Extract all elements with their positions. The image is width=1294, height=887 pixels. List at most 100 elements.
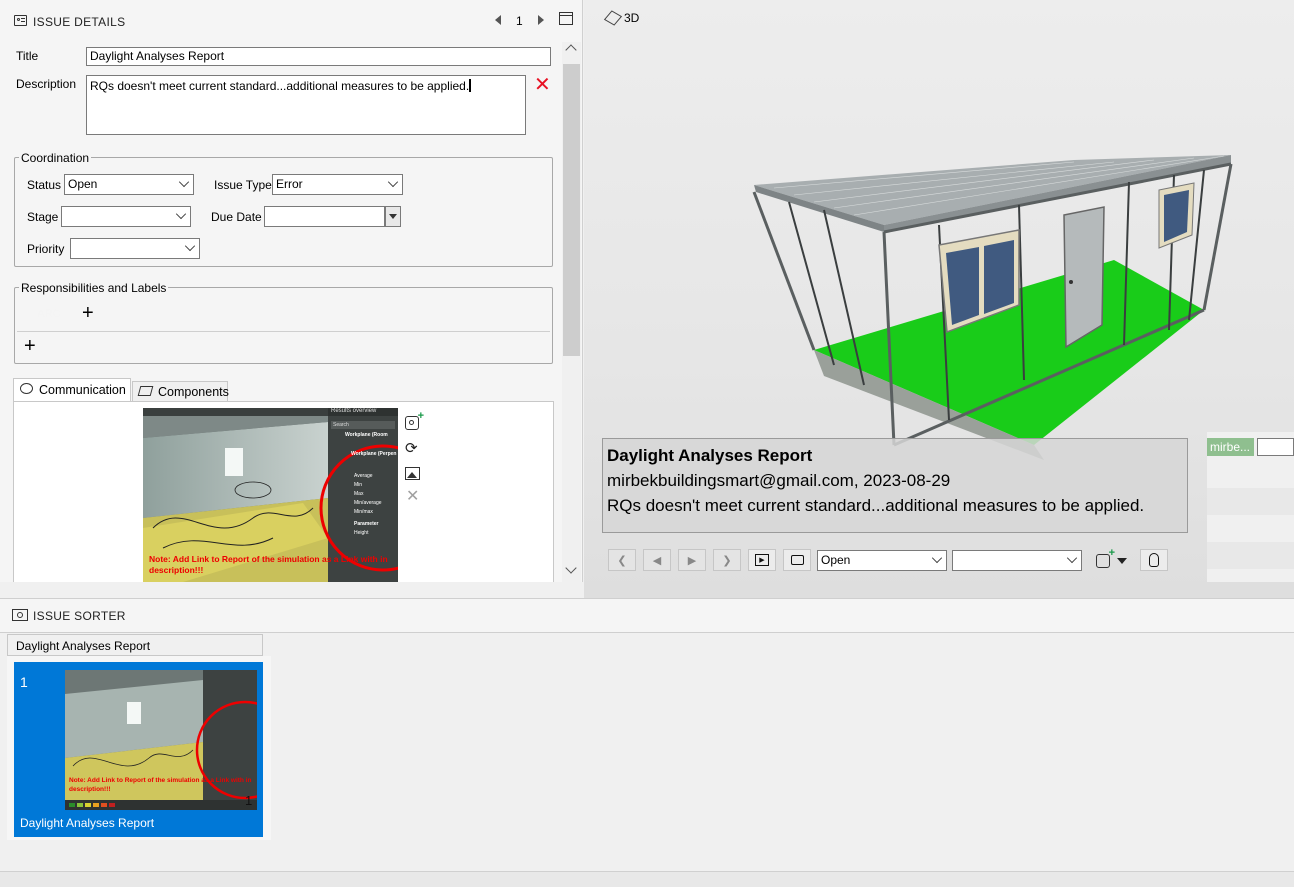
- results-label: Parameter: [354, 521, 379, 527]
- bulb-icon: [1149, 553, 1159, 567]
- chevron-down-icon: [387, 176, 399, 188]
- description-label: Description: [16, 77, 77, 91]
- chevron-down-icon: [1066, 552, 1078, 564]
- tab-components[interactable]: Components: [132, 381, 229, 402]
- chevron-down-icon: [184, 240, 196, 252]
- issue-sorter-panel: ISSUE SORTER Daylight Analyses Report 1: [0, 598, 1294, 887]
- results-label: Min: [354, 482, 363, 488]
- previous-issue-icon[interactable]: [495, 15, 501, 25]
- results-label: Min/average: [354, 500, 382, 506]
- add-responsibility-button[interactable]: +: [82, 303, 94, 323]
- title-input[interactable]: Daylight Analyses Report: [86, 47, 551, 66]
- side-list: mirbe...: [1207, 432, 1294, 582]
- results-label: Min/max: [354, 509, 373, 515]
- side-tag[interactable]: mirbe...: [1207, 438, 1254, 456]
- sorter-title: ISSUE SORTER: [33, 609, 126, 623]
- responsibility-tag[interactable]: ARC: [28, 305, 70, 323]
- remove-icon[interactable]: ✕: [406, 489, 419, 505]
- tab-label: Components: [158, 385, 229, 399]
- last-issue-button[interactable]: ❯: [713, 549, 741, 571]
- title-label: Title: [16, 49, 39, 63]
- side-row: [1207, 488, 1294, 515]
- results-item: Workplane (Perpen: [351, 451, 397, 457]
- building-model[interactable]: [734, 140, 1254, 460]
- add-label-button[interactable]: +: [24, 336, 36, 356]
- delete-icon[interactable]: ✕: [534, 75, 551, 95]
- caret-down-icon: [389, 214, 397, 219]
- caret-down-icon[interactable]: [1117, 558, 1127, 564]
- chevron-left-icon: ❮: [617, 554, 627, 567]
- sorter-icon: [12, 609, 28, 621]
- priority-label: Priority: [27, 242, 65, 256]
- next-issue-icon[interactable]: [538, 15, 544, 25]
- issue-snapshot-image[interactable]: Results overview Search Workplane (Room …: [143, 408, 398, 582]
- results-search: Search: [333, 422, 349, 428]
- highlight-button[interactable]: [1140, 549, 1168, 571]
- status-filter-value: Open: [821, 553, 851, 567]
- results-list: Average Min Max Min/average Min/max Para…: [354, 472, 382, 538]
- 3d-view-panel[interactable]: 3D Daylight Analyses Report mirbekbuildi…: [584, 0, 1294, 598]
- issue-info-overlay: Daylight Analyses Report mirbekbuildings…: [602, 438, 1188, 533]
- side-row: [1207, 542, 1294, 569]
- play-button[interactable]: ▶: [748, 549, 776, 571]
- issue-details-panel: ISSUE DETAILS 1 Title Daylight Analyses …: [0, 0, 583, 582]
- tile-note: Note: Add Link to Report of the simulati…: [69, 777, 252, 793]
- next-issue-button[interactable]: ▶: [678, 549, 706, 571]
- first-issue-button[interactable]: ❮: [608, 549, 636, 571]
- status-value: Open: [68, 177, 98, 191]
- capture-viewpoint-icon[interactable]: +: [405, 411, 424, 430]
- screen-icon: [790, 555, 804, 565]
- results-item: Workplane (Room: [345, 432, 388, 438]
- status-label: Status: [27, 178, 62, 192]
- description-textarea[interactable]: RQs doesn't meet current standard...addi…: [86, 75, 526, 135]
- panel-title: ISSUE DETAILS: [33, 15, 126, 29]
- tab-label: Communication: [39, 383, 126, 397]
- results-header: Results overview: [331, 408, 377, 414]
- issue-type-label: Issue Type: [214, 178, 272, 192]
- sorter-header: [0, 599, 1294, 633]
- coordination-label: Coordination: [19, 151, 92, 165]
- stage-label: Stage: [27, 210, 59, 224]
- chat-icon: [20, 383, 33, 394]
- chevron-down-icon: [931, 552, 943, 564]
- due-date-input[interactable]: [264, 206, 385, 227]
- issue-tile[interactable]: 1 Note: Add Link to Report of the simula…: [14, 662, 263, 837]
- issue-details-icon: [14, 15, 27, 26]
- results-label: Max: [354, 491, 364, 497]
- maximize-panel-icon[interactable]: [559, 12, 573, 25]
- issue-page-number: 1: [516, 14, 523, 28]
- divider: [17, 331, 550, 332]
- side-input[interactable]: [1257, 438, 1294, 456]
- responsibilities-group: [14, 287, 553, 364]
- refresh-icon[interactable]: ⟳: [405, 441, 418, 456]
- previous-issue-button[interactable]: ◀: [643, 549, 671, 571]
- caret-right-icon: ▶: [687, 554, 697, 567]
- overlay-description: RQs doesn't meet current standard...addi…: [607, 496, 1145, 515]
- play-icon: ▶: [755, 554, 769, 566]
- priority-select[interactable]: [70, 238, 200, 259]
- scrollbar-thumb[interactable]: [563, 64, 580, 356]
- status-select[interactable]: Open: [64, 174, 194, 195]
- issue-type-select[interactable]: Error: [272, 174, 403, 195]
- overlay-title: Daylight Analyses Report: [607, 446, 813, 465]
- tile-corner-number: 1: [245, 793, 253, 808]
- due-date-label: Due Date: [211, 210, 262, 224]
- status-filter-select[interactable]: Open: [817, 550, 947, 571]
- chevron-down-icon: [175, 208, 187, 220]
- stage-select[interactable]: [61, 206, 191, 227]
- sorter-column-header[interactable]: Daylight Analyses Report: [7, 634, 263, 656]
- results-label: Height: [354, 530, 369, 536]
- presentation-button[interactable]: [783, 549, 811, 571]
- date-picker-button[interactable]: [385, 206, 401, 227]
- cube-icon: [603, 10, 623, 26]
- secondary-filter-select[interactable]: [952, 550, 1082, 571]
- chevron-right-icon: ❯: [722, 554, 732, 567]
- status-bar: [0, 871, 1294, 887]
- tab-communication[interactable]: Communication: [13, 378, 131, 402]
- cube-icon: [137, 386, 154, 396]
- view-title: 3D: [624, 11, 640, 25]
- image-icon[interactable]: [405, 467, 420, 480]
- caret-left-icon: ◀: [652, 554, 662, 567]
- capture-viewpoint-icon[interactable]: +: [1096, 548, 1115, 568]
- issue-type-value: Error: [276, 177, 303, 191]
